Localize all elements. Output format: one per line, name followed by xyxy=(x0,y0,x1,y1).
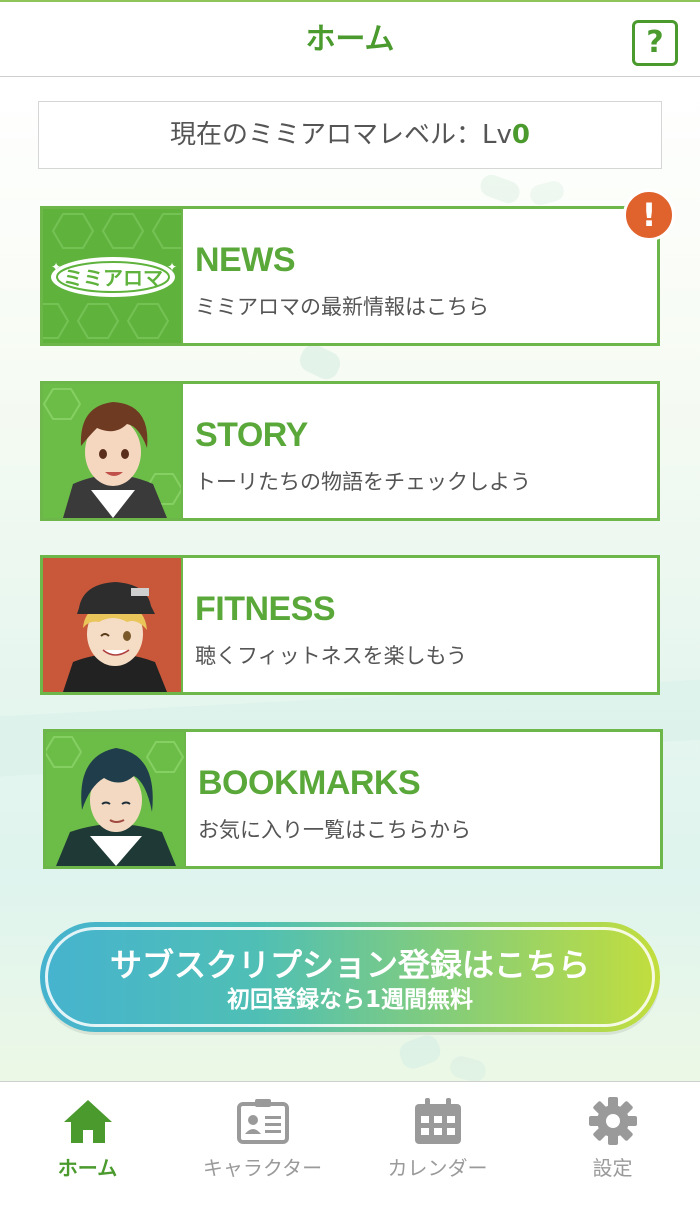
story-card[interactable]: STORY トーリたちの物語をチェックしよう xyxy=(40,381,660,521)
alert-badge: ! xyxy=(623,189,675,241)
background-decoration xyxy=(477,171,523,207)
fitness-card[interactable]: FITNESS 聴くフィットネスを楽しもう xyxy=(40,555,660,695)
level-value: 0 xyxy=(511,120,530,150)
background-decoration xyxy=(295,340,345,384)
subscription-button[interactable]: サブスクリプション登録はこちら 初回登録なら1週間無料 xyxy=(40,922,660,1032)
news-title: NEWS xyxy=(195,241,296,279)
news-thumbnail: ミミアロマ ✦ ✦ xyxy=(43,209,183,343)
background-decoration xyxy=(527,178,567,208)
tab-calendar-label: カレンダー xyxy=(387,1156,488,1180)
level-indicator: 現在のミミアロマレベル：Lv0 xyxy=(38,101,662,169)
svg-text:✦: ✦ xyxy=(51,260,61,274)
svg-text:ミミアロマ: ミミアロマ xyxy=(63,266,163,290)
tab-home[interactable]: ホーム xyxy=(0,1082,175,1210)
news-subtitle: ミミアロマの最新情報はこちら xyxy=(195,295,489,319)
tab-settings[interactable]: 設定 xyxy=(525,1082,700,1210)
character-brown-hair-image xyxy=(43,384,181,518)
character-blonde-cap-image xyxy=(43,558,181,692)
subscription-sub-label: 初回登録なら1週間無料 xyxy=(226,987,473,1013)
svg-text:✦: ✦ xyxy=(167,260,177,274)
background-decoration xyxy=(396,1032,444,1072)
fitness-thumbnail xyxy=(43,558,183,692)
background-decoration xyxy=(447,1053,489,1081)
tab-settings-label: 設定 xyxy=(592,1156,633,1180)
fitness-subtitle: 聴くフィットネスを楽しもう xyxy=(195,644,467,668)
bottom-tab-bar: ホーム キャラクター カレンダー 設定 xyxy=(0,1081,700,1210)
app-header: ホーム ? xyxy=(0,2,700,77)
story-title: STORY xyxy=(195,416,308,454)
character-dark-hair-image xyxy=(46,732,184,866)
tab-character[interactable]: キャラクター xyxy=(175,1082,350,1210)
bookmarks-subtitle: お気に入り一覧はこちらから xyxy=(198,818,471,842)
help-button[interactable]: ? xyxy=(632,20,678,66)
home-icon xyxy=(64,1100,112,1143)
tab-home-label: ホーム xyxy=(57,1156,118,1180)
level-label: 現在のミミアロマレベル：Lv xyxy=(170,120,512,150)
story-thumbnail xyxy=(43,384,183,518)
tab-calendar[interactable]: カレンダー xyxy=(350,1082,525,1210)
tab-character-label: キャラクター xyxy=(202,1156,323,1180)
calendar-icon xyxy=(415,1098,461,1144)
bookmarks-card[interactable]: BOOKMARKS お気に入り一覧はこちらから xyxy=(43,729,663,869)
bookmarks-thumbnail xyxy=(46,732,186,866)
page-title: ホーム xyxy=(305,22,395,57)
gear-icon xyxy=(589,1097,637,1145)
story-subtitle: トーリたちの物語をチェックしよう xyxy=(195,470,531,494)
news-card[interactable]: ミミアロマ ✦ ✦ NEWS ミミアロマの最新情報はこちら ! xyxy=(40,189,675,346)
bookmarks-title: BOOKMARKS xyxy=(198,764,421,802)
main-content[interactable]: 現在のミミアロマレベル：Lv0 ミミアロマ ✦ ✦ NEWS ミミアロマの最新情… xyxy=(0,78,700,1081)
mimiaroma-logo: ミミアロマ ✦ ✦ xyxy=(51,257,177,297)
fitness-title: FITNESS xyxy=(195,590,336,628)
id-card-icon xyxy=(237,1099,289,1144)
